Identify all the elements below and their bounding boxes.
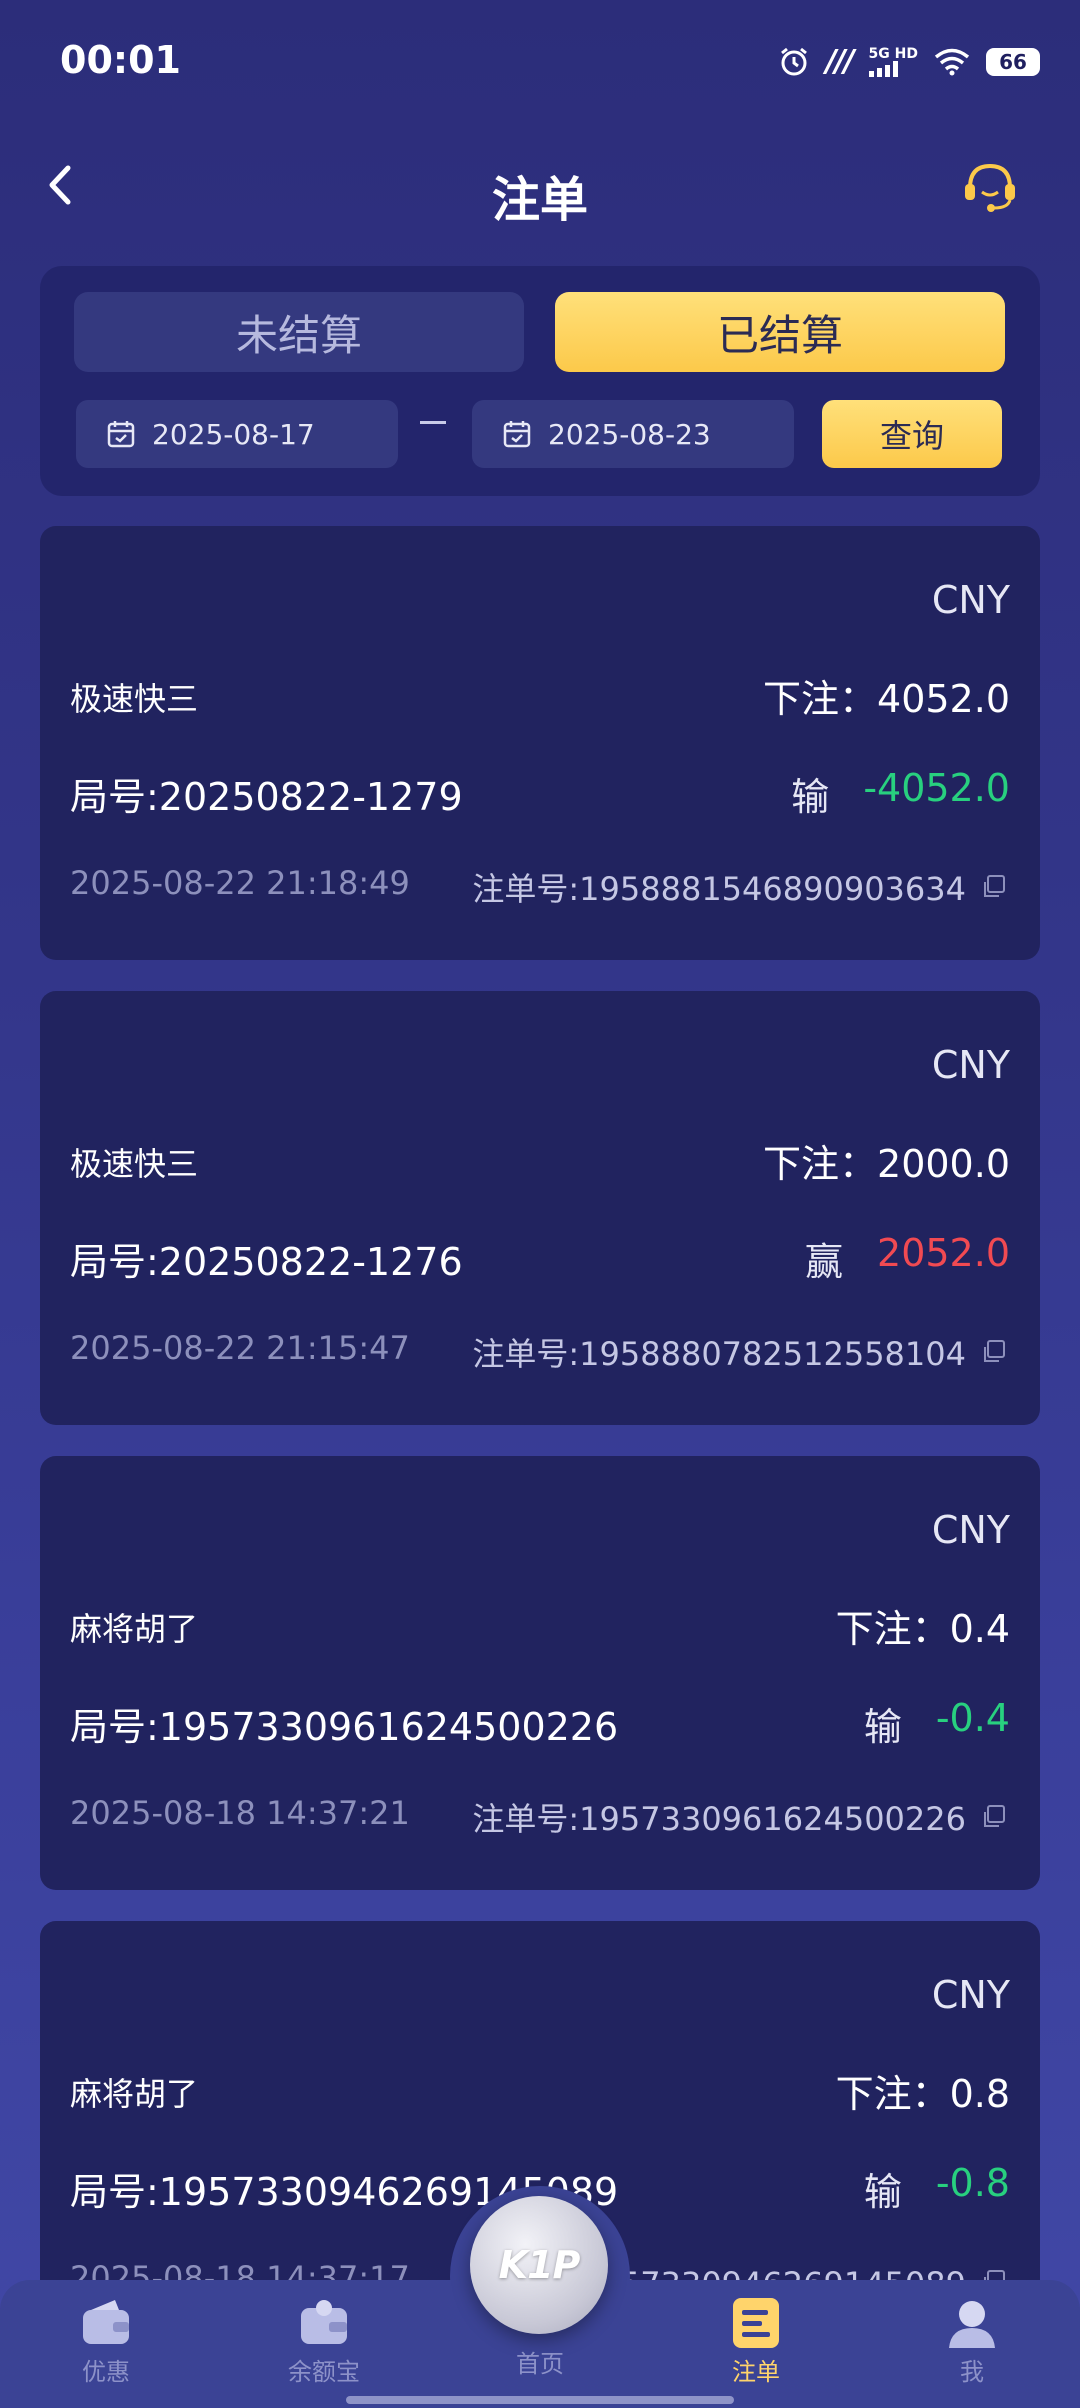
network-label: 5G HD	[868, 45, 918, 62]
status-time: 00:01	[60, 38, 181, 82]
game-name: 麻将胡了	[70, 2075, 199, 2113]
customer-service-icon[interactable]	[960, 156, 1020, 216]
battery-icon: 66	[986, 47, 1040, 76]
bet-time: 2025-08-22 21:18:49	[70, 864, 410, 902]
order-id-text: 注单号:1957330961624500226	[472, 1800, 966, 1838]
copy-icon[interactable]	[980, 1339, 1006, 1365]
alarm-icon	[780, 47, 807, 75]
carrier-icon: ///	[825, 44, 855, 79]
signal-icon	[868, 60, 898, 77]
order-id-text: 注单号:1958880782512558104	[472, 1335, 966, 1373]
round-number: 局号:20250822-1279	[70, 775, 463, 819]
home-center-button[interactable]: K1P	[470, 2196, 608, 2334]
order-id: 注单号:1957330961624500226	[472, 1794, 1006, 1840]
result-value: -4052.0	[863, 766, 1010, 810]
bet-time: 2025-08-18 14:37:21	[70, 1794, 410, 1832]
nav-me-label: 我	[960, 2358, 984, 2386]
nav-orders-label: 注单	[732, 2358, 780, 2386]
start-date-value: 2025-08-17	[152, 417, 315, 451]
bet-amount: 下注：2000.0	[763, 1142, 1010, 1186]
result-value: -0.4	[935, 1696, 1010, 1740]
currency-label: CNY	[931, 1043, 1010, 1087]
result: 输 -0.4	[864, 1696, 1010, 1751]
round-number: 局号:20250822-1276	[70, 1240, 463, 1284]
nav-orders[interactable]: 注单	[686, 2294, 826, 2387]
wallet-icon	[83, 2300, 129, 2344]
result-label: 输	[863, 1705, 902, 1749]
nav-promo-label: 优惠	[82, 2358, 130, 2386]
game-name: 极速快三	[70, 1145, 199, 1183]
result-value: 2052.0	[877, 1231, 1010, 1275]
calendar-icon	[503, 421, 531, 448]
query-button[interactable]: 查询	[822, 400, 1002, 468]
user-icon	[949, 2301, 995, 2348]
wifi-icon	[934, 48, 970, 75]
bet-amount: 下注：0.8	[835, 2072, 1010, 2116]
date-separator	[420, 421, 446, 424]
record-card[interactable]: CNY 极速快三 下注：2000.0 局号:20250822-1276 赢 20…	[40, 991, 1040, 1425]
result: 输 -4052.0	[791, 766, 1010, 821]
calendar-icon	[107, 421, 135, 448]
bet-amount: 下注：4052.0	[763, 677, 1010, 721]
start-date-picker[interactable]: 2025-08-17	[76, 400, 398, 468]
bet-time: 2025-08-22 21:15:47	[70, 1329, 410, 1367]
round-number: 局号:1957330961624500226	[70, 1705, 619, 1749]
filter-panel: 未结算 已结算 2025-08-17 2025-08-23 查询	[40, 266, 1040, 496]
result: 输 -0.8	[864, 2161, 1010, 2216]
nav-home[interactable]: 首页	[470, 2344, 610, 2379]
nav-balance-label: 余额宝	[288, 2358, 360, 2386]
nav-me[interactable]: 我	[902, 2294, 1042, 2387]
game-name: 麻将胡了	[70, 1610, 199, 1648]
end-date-value: 2025-08-23	[548, 417, 711, 451]
brand-logo: K1P	[498, 2243, 581, 2287]
nav-promo[interactable]: 优惠	[36, 2294, 176, 2387]
currency-label: CNY	[931, 1508, 1010, 1552]
orders-list-icon	[733, 2298, 779, 2348]
copy-icon[interactable]	[980, 874, 1006, 900]
tab-unsettled[interactable]: 未结算	[74, 292, 524, 372]
order-id: 注单号:1958880782512558104	[472, 1329, 1006, 1375]
order-id: 注单号:1958881546890903634	[472, 864, 1006, 910]
result-label: 输	[791, 775, 830, 819]
game-name: 极速快三	[70, 680, 199, 718]
balance-wallet-icon	[301, 2300, 347, 2344]
result-label: 赢	[805, 1240, 844, 1284]
currency-label: CNY	[931, 578, 1010, 622]
record-card[interactable]: CNY 麻将胡了 下注：0.4 局号:1957330961624500226 输…	[40, 1456, 1040, 1890]
order-id-text: 注单号:1958881546890903634	[472, 870, 966, 908]
page-title: 注单	[491, 172, 588, 228]
result-value: -0.8	[935, 2161, 1010, 2205]
result: 赢 2052.0	[805, 1231, 1010, 1286]
result-label: 输	[863, 2170, 902, 2214]
nav-home-label: 首页	[516, 2350, 564, 2378]
status-icons: /// 5G HD 66	[778, 44, 1040, 79]
bet-amount: 下注：0.4	[835, 1607, 1010, 1651]
tab-settled[interactable]: 已结算	[555, 292, 1005, 372]
copy-icon[interactable]	[980, 1804, 1006, 1830]
currency-label: CNY	[931, 1973, 1010, 2017]
record-card[interactable]: CNY 极速快三 下注：4052.0 局号:20250822-1279 输 -4…	[40, 526, 1040, 960]
home-indicator[interactable]	[346, 2396, 734, 2404]
end-date-picker[interactable]: 2025-08-23	[472, 400, 794, 468]
nav-balance[interactable]: 余额宝	[254, 2294, 394, 2387]
